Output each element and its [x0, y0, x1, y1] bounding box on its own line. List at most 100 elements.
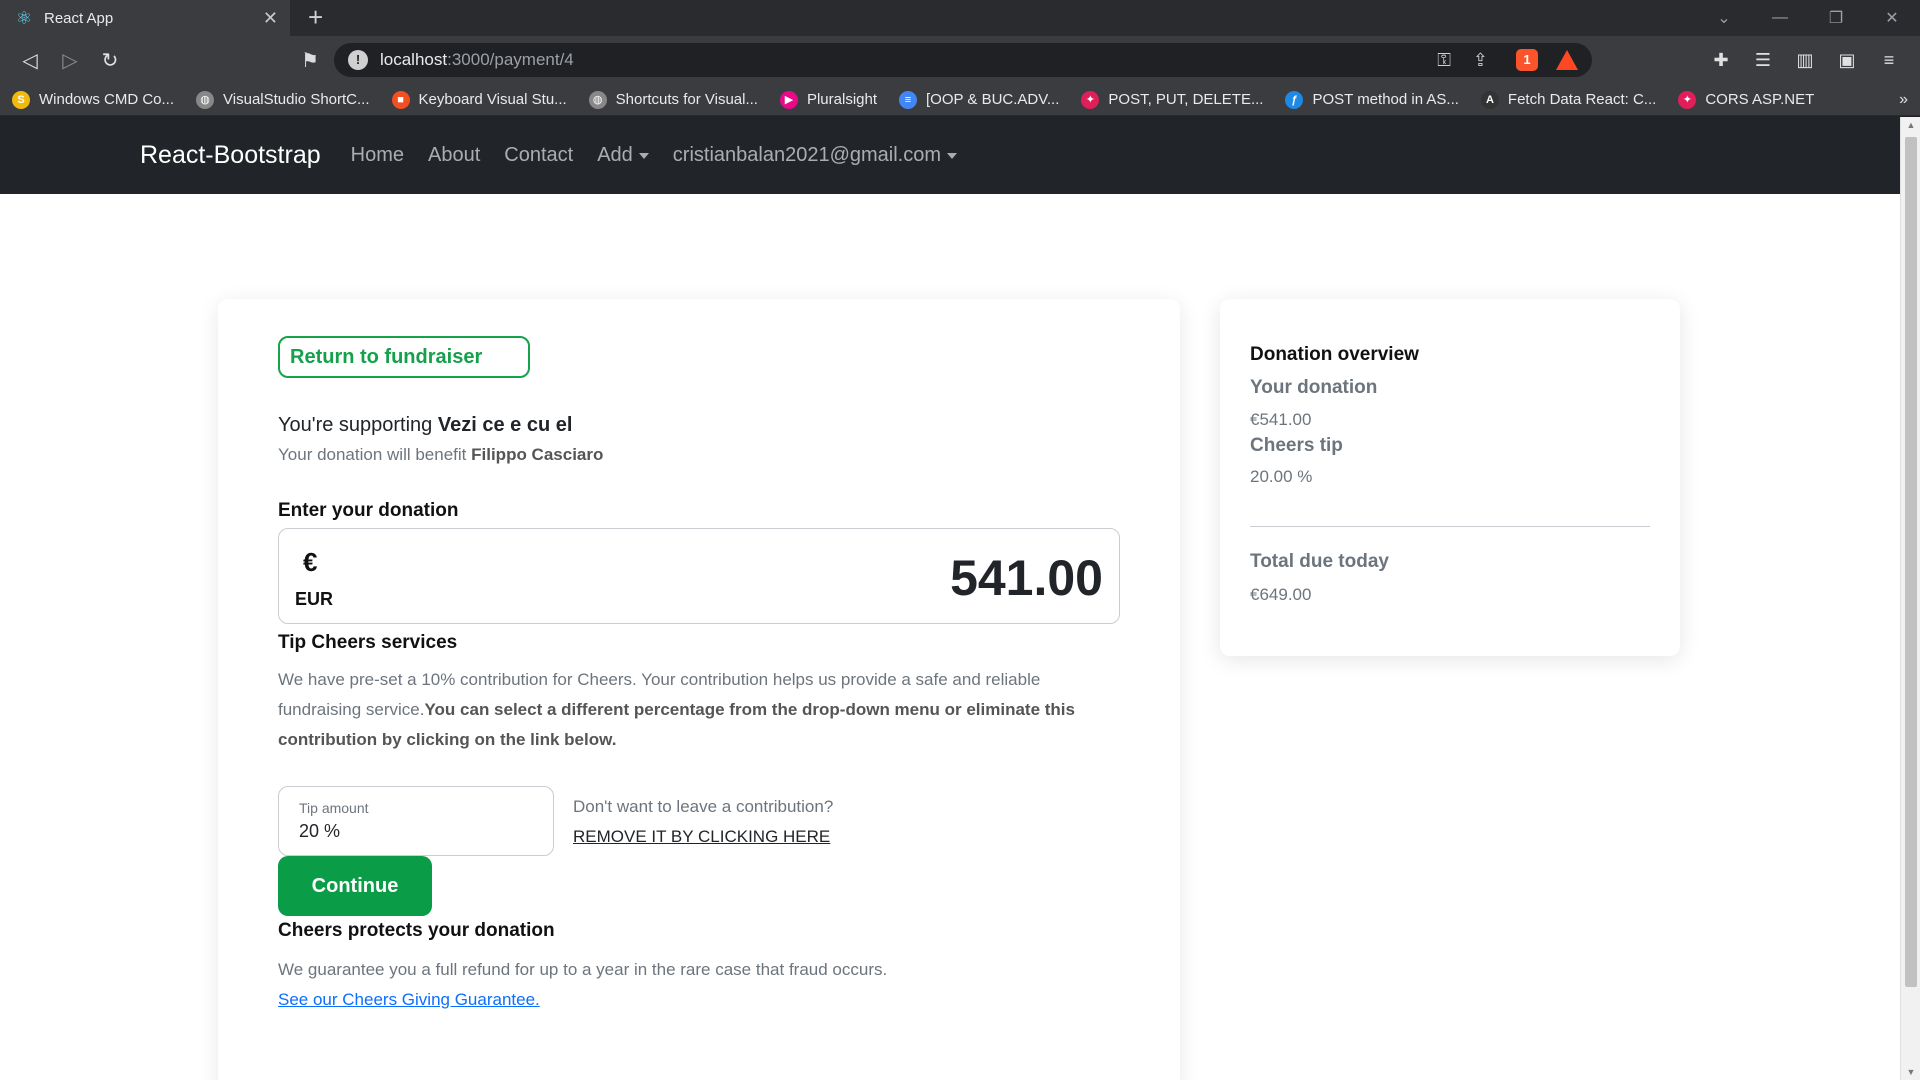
remove-tip-link[interactable]: REMOVE IT BY CLICKING HERE — [573, 827, 830, 847]
donation-amount-value[interactable]: 541.00 — [950, 549, 1103, 607]
browser-tabstrip: ⚛ React App ✕ + ⌄ — ❐ ✕ — [0, 0, 1920, 36]
cheers-tip-label: Cheers tip — [1250, 435, 1343, 456]
bookmark-icon[interactable]: ⚑ — [290, 48, 330, 73]
address-bar[interactable]: ! localhost:3000/payment/4 ⚿ ⇪ 1 — [334, 43, 1592, 77]
donation-amount-field[interactable]: € EUR 541.00 — [278, 528, 1120, 624]
pluralsight-icon: ▶ — [779, 90, 798, 109]
forward-icon[interactable]: ▷ — [50, 48, 90, 73]
globe-icon: ◍ — [588, 90, 607, 109]
currency-symbol: € — [303, 547, 318, 577]
brave-shields-icon[interactable]: 1 — [1516, 49, 1538, 71]
browser-toolbar: ◁ ▷ ↻ ⚑ ! localhost:3000/payment/4 ⚿ ⇪ 1… — [0, 36, 1920, 84]
nav-home[interactable]: Home — [351, 144, 404, 167]
caret-down-icon — [638, 152, 649, 159]
caret-down-icon — [947, 152, 958, 159]
scroll-down-icon[interactable]: ▼ — [1901, 1067, 1920, 1077]
bookmark-item[interactable]: ≡ [OOP & BUC.ADV... — [899, 90, 1060, 109]
reload-icon[interactable]: ↻ — [90, 48, 130, 73]
page-viewport: React-Bootstrap Home About Contact Add c… — [0, 117, 1920, 1080]
microsoft-icon: ■ — [391, 90, 410, 109]
donation-overview-card: Donation overview Your donation €541.00 … — [1220, 299, 1680, 656]
bookmark-label: Keyboard Visual Stu... — [418, 91, 567, 108]
cheers-tip-value: 20.00 % — [1250, 467, 1313, 486]
minimize-icon[interactable]: — — [1752, 9, 1808, 27]
protect-description: We guarantee you a full refund for up to… — [278, 960, 888, 979]
nav-add-label: Add — [597, 144, 633, 166]
bookmark-label: VisualStudio ShortC... — [223, 91, 370, 108]
extensions-icon[interactable]: ✚ — [1700, 50, 1742, 71]
bookmark-item[interactable]: ▶ Pluralsight — [779, 90, 878, 109]
your-donation-label: Your donation — [1250, 377, 1378, 398]
playlist-icon[interactable]: ☰ — [1742, 50, 1784, 71]
nav-user-dropdown[interactable]: cristianbalan2021@gmail.com — [672, 144, 958, 167]
site-info-icon[interactable]: ! — [348, 50, 368, 70]
bookmark-item[interactable]: ◍ Shortcuts for Visual... — [588, 90, 758, 109]
docs-icon: ≡ — [899, 90, 918, 109]
supporting-prefix: You're supporting — [278, 414, 438, 436]
nav-user-label: cristianbalan2021@gmail.com — [672, 144, 942, 166]
bookmark-item[interactable]: ✦ POST, PUT, DELETE... — [1081, 90, 1264, 109]
key-icon[interactable]: ⚿ — [1437, 50, 1451, 71]
bookmark-label: [OOP & BUC.ADV... — [926, 91, 1060, 108]
window-controls: ⌄ — ❐ ✕ — [1696, 0, 1920, 36]
page-scrollbar[interactable]: ▲ ▼ — [1900, 117, 1920, 1080]
bookmark-item[interactable]: ƒ POST method in AS... — [1285, 90, 1459, 109]
menu-icon[interactable]: ≡ — [1868, 50, 1910, 71]
benefit-line: Your donation will benefit Filippo Casci… — [278, 445, 603, 465]
currency-code: EUR — [295, 589, 334, 609]
url-path: :3000/payment/4 — [447, 50, 574, 69]
navbar-brand[interactable]: React-Bootstrap — [140, 141, 321, 170]
bookmark-item[interactable]: ■ Keyboard Visual Stu... — [391, 90, 567, 109]
giving-guarantee-link[interactable]: See our Cheers Giving Guarantee. — [278, 990, 540, 1010]
nav-contact[interactable]: Contact — [504, 144, 573, 167]
supporting-line: You're supporting Vezi ce e cu el — [278, 414, 572, 437]
protect-title: Cheers protects your donation — [278, 920, 555, 941]
continue-button[interactable]: Continue — [278, 856, 432, 916]
tab-search-icon[interactable]: ⌄ — [1696, 8, 1752, 28]
bookmark-item[interactable]: S Windows CMD Co... — [12, 90, 175, 109]
bookmark-item[interactable]: ✦ CORS ASP.NET — [1678, 90, 1814, 109]
bookmark-label: Fetch Data React: C... — [1507, 91, 1657, 108]
coin-icon: S — [12, 90, 30, 109]
scrollbar-thumb[interactable] — [1905, 137, 1917, 987]
overview-title: Donation overview — [1250, 344, 1419, 365]
nav-about[interactable]: About — [428, 144, 480, 167]
react-icon: ⚛ — [15, 8, 33, 28]
return-to-fundraiser-button[interactable]: Return to fundraiser — [278, 336, 530, 378]
scroll-up-icon[interactable]: ▲ — [1901, 120, 1920, 130]
bookmark-label: Pluralsight — [806, 91, 878, 108]
tip-amount-label: Tip amount — [299, 800, 369, 816]
nav-add-dropdown[interactable]: Add — [597, 144, 649, 167]
new-tab-button[interactable]: + — [308, 0, 323, 36]
angular-icon: A — [1480, 90, 1499, 109]
enter-donation-label: Enter your donation — [278, 500, 459, 521]
back-icon[interactable]: ◁ — [10, 48, 50, 73]
beneficiary-name: Filippo Casciaro — [471, 445, 604, 464]
slack-icon: ✦ — [1678, 90, 1697, 109]
site-navbar: React-Bootstrap Home About Contact Add c… — [0, 117, 1920, 194]
brave-rewards-icon[interactable] — [1556, 50, 1578, 70]
bookmark-label: POST, PUT, DELETE... — [1108, 91, 1264, 108]
tip-section-title: Tip Cheers services — [278, 632, 458, 653]
tip-description: We have pre-set a 10% contribution for C… — [278, 665, 1123, 755]
overview-divider — [1250, 526, 1650, 527]
total-due-value: €649.00 — [1250, 585, 1312, 604]
share-icon[interactable]: ⇪ — [1473, 50, 1488, 71]
tip-amount-select[interactable]: Tip amount 20 % — [278, 786, 554, 856]
bookmark-item[interactable]: ◍ VisualStudio ShortC... — [196, 90, 370, 109]
wallet-icon[interactable]: ▣ — [1826, 50, 1868, 71]
bookmark-item[interactable]: A Fetch Data React: C... — [1480, 90, 1657, 109]
sidebar-icon[interactable]: ▥ — [1784, 50, 1826, 71]
campaign-name: Vezi ce e cu el — [437, 414, 573, 436]
close-tab-icon[interactable]: ✕ — [263, 8, 278, 29]
url-host: localhost — [380, 50, 448, 69]
more-bookmarks-icon[interactable]: » — [1899, 91, 1908, 109]
bookmark-label: Windows CMD Co... — [39, 91, 175, 108]
tab-title: React App — [44, 9, 114, 27]
benefit-prefix: Your donation will benefit — [278, 445, 472, 464]
browser-tab[interactable]: ⚛ React App ✕ — [0, 0, 290, 36]
tip-amount-value[interactable]: 20 % — [299, 821, 340, 842]
donation-card: Return to fundraiser You're supporting V… — [218, 299, 1180, 1080]
restore-icon[interactable]: ❐ — [1808, 8, 1864, 28]
close-window-icon[interactable]: ✕ — [1864, 8, 1920, 28]
